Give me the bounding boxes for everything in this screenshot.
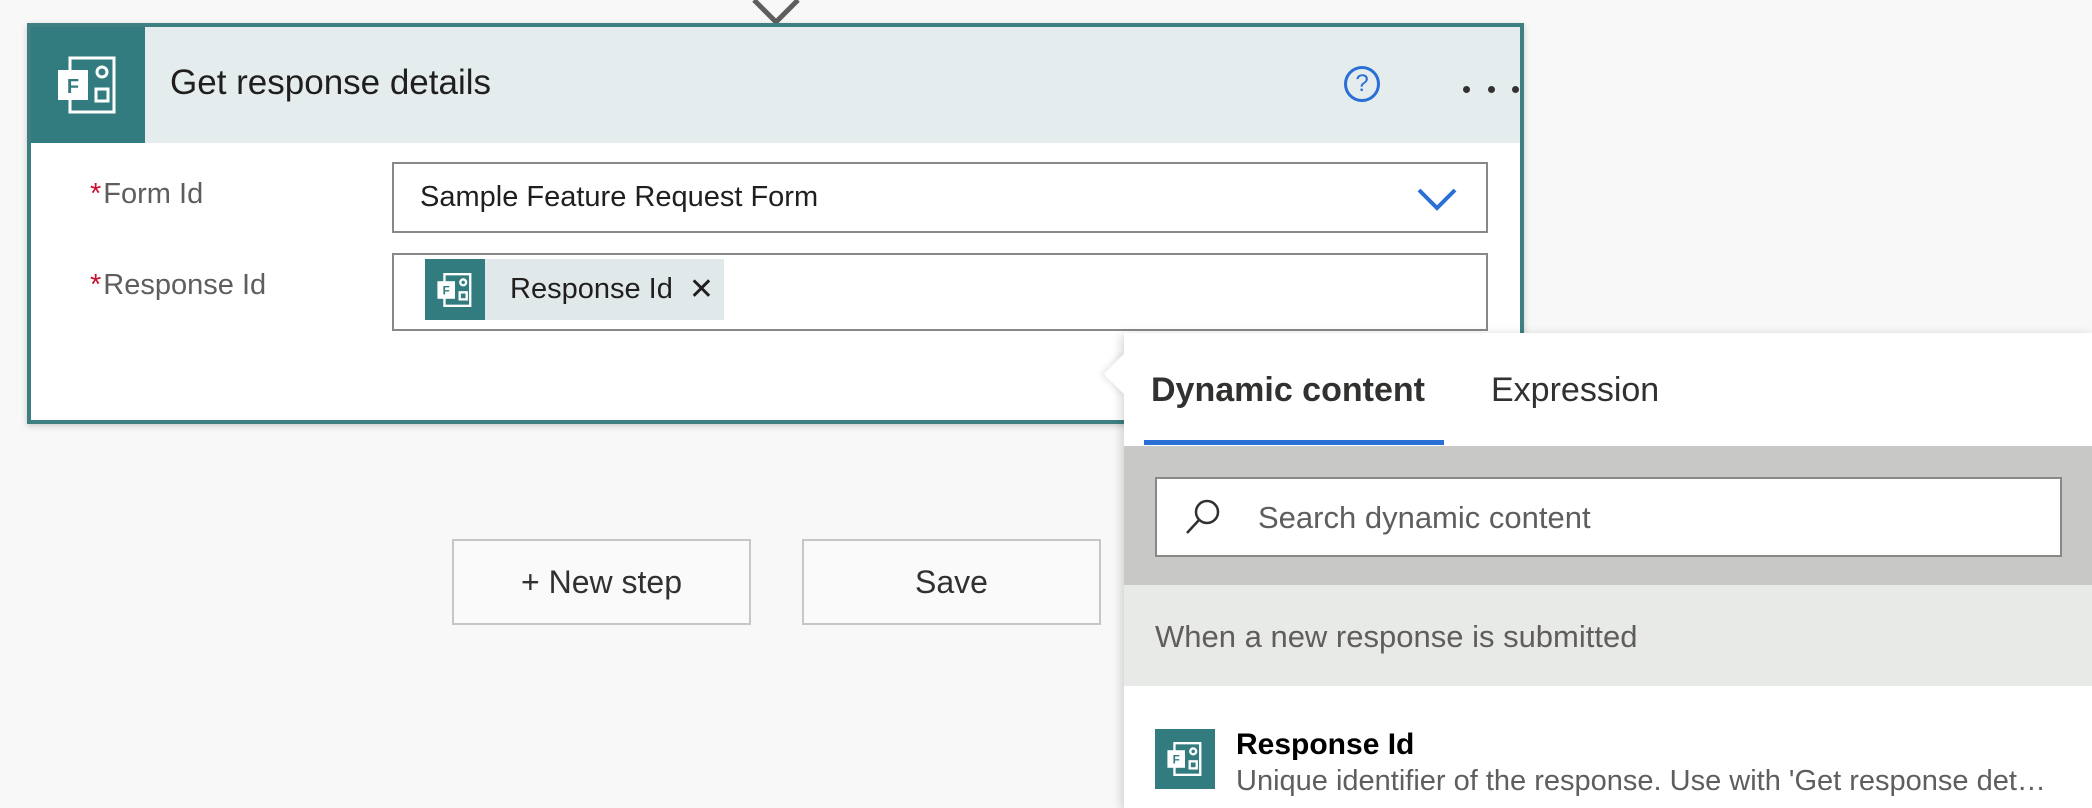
- form-id-dropdown[interactable]: Sample Feature Request Form: [392, 162, 1488, 233]
- help-icon[interactable]: ?: [1344, 66, 1380, 102]
- dynamic-content-panel: Dynamic content Expression When a new re…: [1103, 333, 2092, 808]
- tab-expression[interactable]: Expression: [1491, 371, 1659, 410]
- required-marker: *: [90, 269, 102, 301]
- chevron-down-icon[interactable]: [1416, 186, 1458, 212]
- response-id-token[interactable]: F Response Id ✕: [425, 259, 724, 320]
- more-options-icon[interactable]: [1463, 83, 1519, 95]
- connector-arrow-icon: [752, 0, 800, 24]
- svg-text:F: F: [443, 284, 450, 297]
- search-box[interactable]: [1155, 477, 2062, 557]
- list-item[interactable]: F Response Id Unique identifier of the r…: [1124, 686, 2092, 808]
- card-header[interactable]: F Get response details ?: [31, 27, 1520, 143]
- save-button[interactable]: Save: [802, 539, 1101, 625]
- forms-icon: F: [31, 27, 145, 143]
- close-icon[interactable]: ✕: [689, 274, 714, 305]
- form-id-label-text: Form Id: [103, 178, 204, 210]
- panel-tabs: Dynamic content Expression: [1124, 333, 2092, 447]
- search-input[interactable]: [1256, 493, 2020, 543]
- required-marker: *: [90, 178, 102, 210]
- response-id-label: *Response Id: [90, 269, 266, 302]
- active-tab-indicator: [1144, 440, 1444, 445]
- forms-icon: F: [1155, 729, 1215, 789]
- response-id-field[interactable]: F Response Id ✕: [392, 253, 1488, 331]
- svg-text:F: F: [1173, 754, 1180, 767]
- forms-icon: F: [425, 259, 485, 320]
- form-id-label: *Form Id: [90, 178, 203, 211]
- form-id-value: Sample Feature Request Form: [420, 181, 819, 213]
- search-icon: [1186, 499, 1220, 534]
- section-title: When a new response is submitted: [1155, 619, 1638, 654]
- item-title: Response Id: [1236, 728, 1415, 761]
- token-label: Response Id: [510, 273, 673, 305]
- search-area: [1124, 446, 2092, 585]
- item-description: Unique identifier of the response. Use w…: [1236, 765, 2061, 797]
- response-id-label-text: Response Id: [103, 269, 267, 301]
- svg-text:F: F: [67, 76, 79, 98]
- card-title: Get response details: [170, 63, 492, 102]
- new-step-button[interactable]: + New step: [452, 539, 751, 625]
- tab-dynamic-content[interactable]: Dynamic content: [1151, 371, 1425, 410]
- section-header[interactable]: When a new response is submitted: [1124, 585, 2092, 686]
